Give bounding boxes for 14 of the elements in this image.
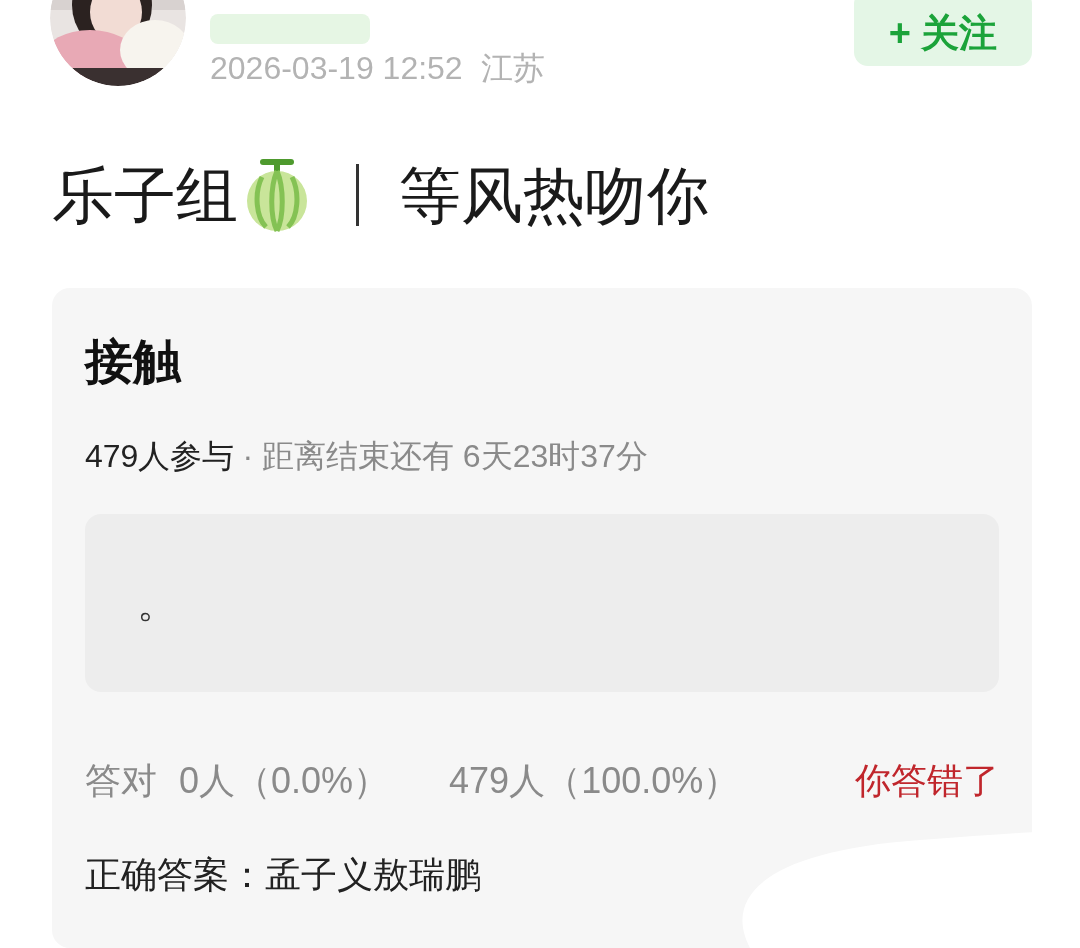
post-title: 乐子组 xyxy=(52,159,238,232)
correct-answer: 正确答案：孟子义敖瑞鹏 xyxy=(85,853,482,897)
post-subtitle: 等风热吻你 xyxy=(399,159,709,232)
post-date: 2026-03-19 12:52 xyxy=(210,49,463,88)
follow-button[interactable]: + 关注 xyxy=(854,0,1032,66)
stat-label: 答对 xyxy=(85,759,157,803)
stat-value: 0人（0.0%） xyxy=(179,759,390,803)
quiz-title: 接触 xyxy=(85,334,183,390)
answer-text: 。 xyxy=(137,580,177,627)
stat-value: 479人（100.0%） xyxy=(449,759,740,803)
deadline-text: · 距离结束还有 6天23时37分 xyxy=(242,437,648,476)
result-text: 你答错了 xyxy=(855,759,999,803)
post-location: 江苏 xyxy=(480,49,545,88)
participant-count: 479人参与 xyxy=(85,437,235,476)
